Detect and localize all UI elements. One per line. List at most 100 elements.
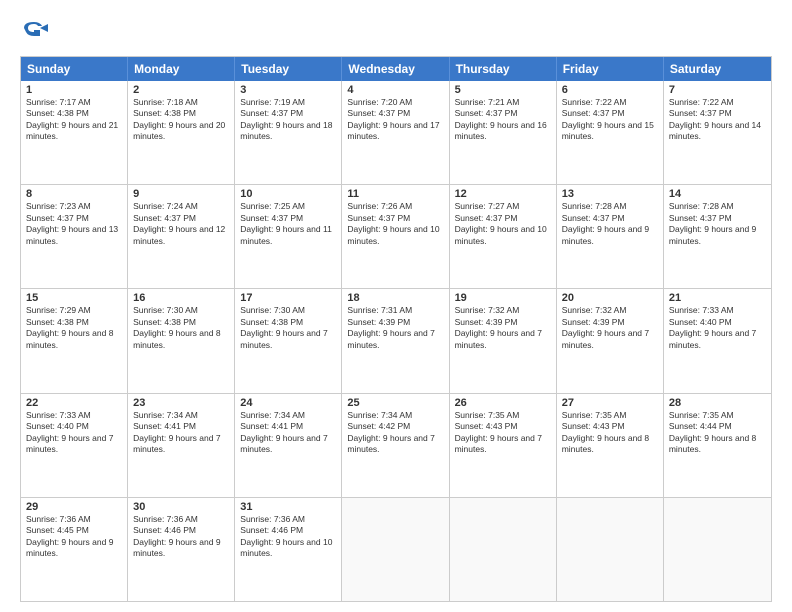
calendar-row-4: 22Sunrise: 7:33 AMSunset: 4:40 PMDayligh… <box>21 393 771 497</box>
day-cell-10: 10Sunrise: 7:25 AMSunset: 4:37 PMDayligh… <box>235 185 342 288</box>
empty-cell <box>557 498 664 601</box>
day-cell-7: 7Sunrise: 7:22 AMSunset: 4:37 PMDaylight… <box>664 81 771 184</box>
logo <box>20 18 52 46</box>
cell-info: Sunrise: 7:36 AMSunset: 4:46 PMDaylight:… <box>240 514 332 558</box>
cell-info: Sunrise: 7:35 AMSunset: 4:44 PMDaylight:… <box>669 410 756 454</box>
day-number: 5 <box>455 84 551 96</box>
cell-info: Sunrise: 7:22 AMSunset: 4:37 PMDaylight:… <box>562 97 654 141</box>
cell-info: Sunrise: 7:19 AMSunset: 4:37 PMDaylight:… <box>240 97 332 141</box>
day-number: 31 <box>240 501 336 513</box>
cell-info: Sunrise: 7:32 AMSunset: 4:39 PMDaylight:… <box>562 305 649 349</box>
day-number: 12 <box>455 188 551 200</box>
day-cell-8: 8Sunrise: 7:23 AMSunset: 4:37 PMDaylight… <box>21 185 128 288</box>
calendar-row-1: 1Sunrise: 7:17 AMSunset: 4:38 PMDaylight… <box>21 81 771 184</box>
header-day-saturday: Saturday <box>664 57 771 81</box>
day-number: 7 <box>669 84 766 96</box>
day-number: 27 <box>562 397 658 409</box>
day-number: 29 <box>26 501 122 513</box>
cell-info: Sunrise: 7:21 AMSunset: 4:37 PMDaylight:… <box>455 97 547 141</box>
day-cell-20: 20Sunrise: 7:32 AMSunset: 4:39 PMDayligh… <box>557 289 664 392</box>
cell-info: Sunrise: 7:18 AMSunset: 4:38 PMDaylight:… <box>133 97 225 141</box>
cell-info: Sunrise: 7:35 AMSunset: 4:43 PMDaylight:… <box>455 410 542 454</box>
day-number: 22 <box>26 397 122 409</box>
day-number: 23 <box>133 397 229 409</box>
day-number: 3 <box>240 84 336 96</box>
cell-info: Sunrise: 7:25 AMSunset: 4:37 PMDaylight:… <box>240 201 332 245</box>
day-number: 13 <box>562 188 658 200</box>
day-number: 26 <box>455 397 551 409</box>
cell-info: Sunrise: 7:20 AMSunset: 4:37 PMDaylight:… <box>347 97 439 141</box>
day-cell-30: 30Sunrise: 7:36 AMSunset: 4:46 PMDayligh… <box>128 498 235 601</box>
calendar-row-2: 8Sunrise: 7:23 AMSunset: 4:37 PMDaylight… <box>21 184 771 288</box>
calendar-header: SundayMondayTuesdayWednesdayThursdayFrid… <box>21 57 771 81</box>
day-number: 10 <box>240 188 336 200</box>
day-cell-23: 23Sunrise: 7:34 AMSunset: 4:41 PMDayligh… <box>128 394 235 497</box>
cell-info: Sunrise: 7:34 AMSunset: 4:42 PMDaylight:… <box>347 410 434 454</box>
header-day-wednesday: Wednesday <box>342 57 449 81</box>
header-day-monday: Monday <box>128 57 235 81</box>
day-number: 6 <box>562 84 658 96</box>
header-day-sunday: Sunday <box>21 57 128 81</box>
day-number: 18 <box>347 292 443 304</box>
cell-info: Sunrise: 7:31 AMSunset: 4:39 PMDaylight:… <box>347 305 434 349</box>
cell-info: Sunrise: 7:33 AMSunset: 4:40 PMDaylight:… <box>26 410 113 454</box>
cell-info: Sunrise: 7:34 AMSunset: 4:41 PMDaylight:… <box>240 410 327 454</box>
cell-info: Sunrise: 7:34 AMSunset: 4:41 PMDaylight:… <box>133 410 220 454</box>
day-number: 21 <box>669 292 766 304</box>
day-cell-15: 15Sunrise: 7:29 AMSunset: 4:38 PMDayligh… <box>21 289 128 392</box>
day-cell-6: 6Sunrise: 7:22 AMSunset: 4:37 PMDaylight… <box>557 81 664 184</box>
day-cell-4: 4Sunrise: 7:20 AMSunset: 4:37 PMDaylight… <box>342 81 449 184</box>
day-cell-28: 28Sunrise: 7:35 AMSunset: 4:44 PMDayligh… <box>664 394 771 497</box>
cell-info: Sunrise: 7:28 AMSunset: 4:37 PMDaylight:… <box>562 201 649 245</box>
day-number: 11 <box>347 188 443 200</box>
cell-info: Sunrise: 7:26 AMSunset: 4:37 PMDaylight:… <box>347 201 439 245</box>
day-cell-3: 3Sunrise: 7:19 AMSunset: 4:37 PMDaylight… <box>235 81 342 184</box>
cell-info: Sunrise: 7:24 AMSunset: 4:37 PMDaylight:… <box>133 201 225 245</box>
day-cell-12: 12Sunrise: 7:27 AMSunset: 4:37 PMDayligh… <box>450 185 557 288</box>
day-number: 8 <box>26 188 122 200</box>
header <box>20 18 772 46</box>
day-cell-26: 26Sunrise: 7:35 AMSunset: 4:43 PMDayligh… <box>450 394 557 497</box>
cell-info: Sunrise: 7:23 AMSunset: 4:37 PMDaylight:… <box>26 201 118 245</box>
day-number: 25 <box>347 397 443 409</box>
day-number: 1 <box>26 84 122 96</box>
day-cell-29: 29Sunrise: 7:36 AMSunset: 4:45 PMDayligh… <box>21 498 128 601</box>
logo-icon <box>20 18 48 46</box>
day-number: 24 <box>240 397 336 409</box>
cell-info: Sunrise: 7:22 AMSunset: 4:37 PMDaylight:… <box>669 97 761 141</box>
day-cell-17: 17Sunrise: 7:30 AMSunset: 4:38 PMDayligh… <box>235 289 342 392</box>
day-number: 28 <box>669 397 766 409</box>
header-day-thursday: Thursday <box>450 57 557 81</box>
day-cell-14: 14Sunrise: 7:28 AMSunset: 4:37 PMDayligh… <box>664 185 771 288</box>
day-cell-16: 16Sunrise: 7:30 AMSunset: 4:38 PMDayligh… <box>128 289 235 392</box>
empty-cell <box>664 498 771 601</box>
day-number: 17 <box>240 292 336 304</box>
day-number: 14 <box>669 188 766 200</box>
day-cell-21: 21Sunrise: 7:33 AMSunset: 4:40 PMDayligh… <box>664 289 771 392</box>
day-cell-27: 27Sunrise: 7:35 AMSunset: 4:43 PMDayligh… <box>557 394 664 497</box>
day-cell-1: 1Sunrise: 7:17 AMSunset: 4:38 PMDaylight… <box>21 81 128 184</box>
day-cell-5: 5Sunrise: 7:21 AMSunset: 4:37 PMDaylight… <box>450 81 557 184</box>
cell-info: Sunrise: 7:29 AMSunset: 4:38 PMDaylight:… <box>26 305 113 349</box>
day-number: 16 <box>133 292 229 304</box>
cell-info: Sunrise: 7:35 AMSunset: 4:43 PMDaylight:… <box>562 410 649 454</box>
day-number: 30 <box>133 501 229 513</box>
day-number: 20 <box>562 292 658 304</box>
cell-info: Sunrise: 7:30 AMSunset: 4:38 PMDaylight:… <box>133 305 220 349</box>
day-number: 15 <box>26 292 122 304</box>
day-number: 19 <box>455 292 551 304</box>
day-cell-24: 24Sunrise: 7:34 AMSunset: 4:41 PMDayligh… <box>235 394 342 497</box>
day-cell-2: 2Sunrise: 7:18 AMSunset: 4:38 PMDaylight… <box>128 81 235 184</box>
cell-info: Sunrise: 7:17 AMSunset: 4:38 PMDaylight:… <box>26 97 118 141</box>
page: SundayMondayTuesdayWednesdayThursdayFrid… <box>0 0 792 612</box>
day-number: 2 <box>133 84 229 96</box>
day-number: 4 <box>347 84 443 96</box>
calendar-body: 1Sunrise: 7:17 AMSunset: 4:38 PMDaylight… <box>21 81 771 601</box>
day-cell-11: 11Sunrise: 7:26 AMSunset: 4:37 PMDayligh… <box>342 185 449 288</box>
cell-info: Sunrise: 7:36 AMSunset: 4:46 PMDaylight:… <box>133 514 220 558</box>
day-number: 9 <box>133 188 229 200</box>
cell-info: Sunrise: 7:32 AMSunset: 4:39 PMDaylight:… <box>455 305 542 349</box>
day-cell-31: 31Sunrise: 7:36 AMSunset: 4:46 PMDayligh… <box>235 498 342 601</box>
empty-cell <box>342 498 449 601</box>
header-day-friday: Friday <box>557 57 664 81</box>
